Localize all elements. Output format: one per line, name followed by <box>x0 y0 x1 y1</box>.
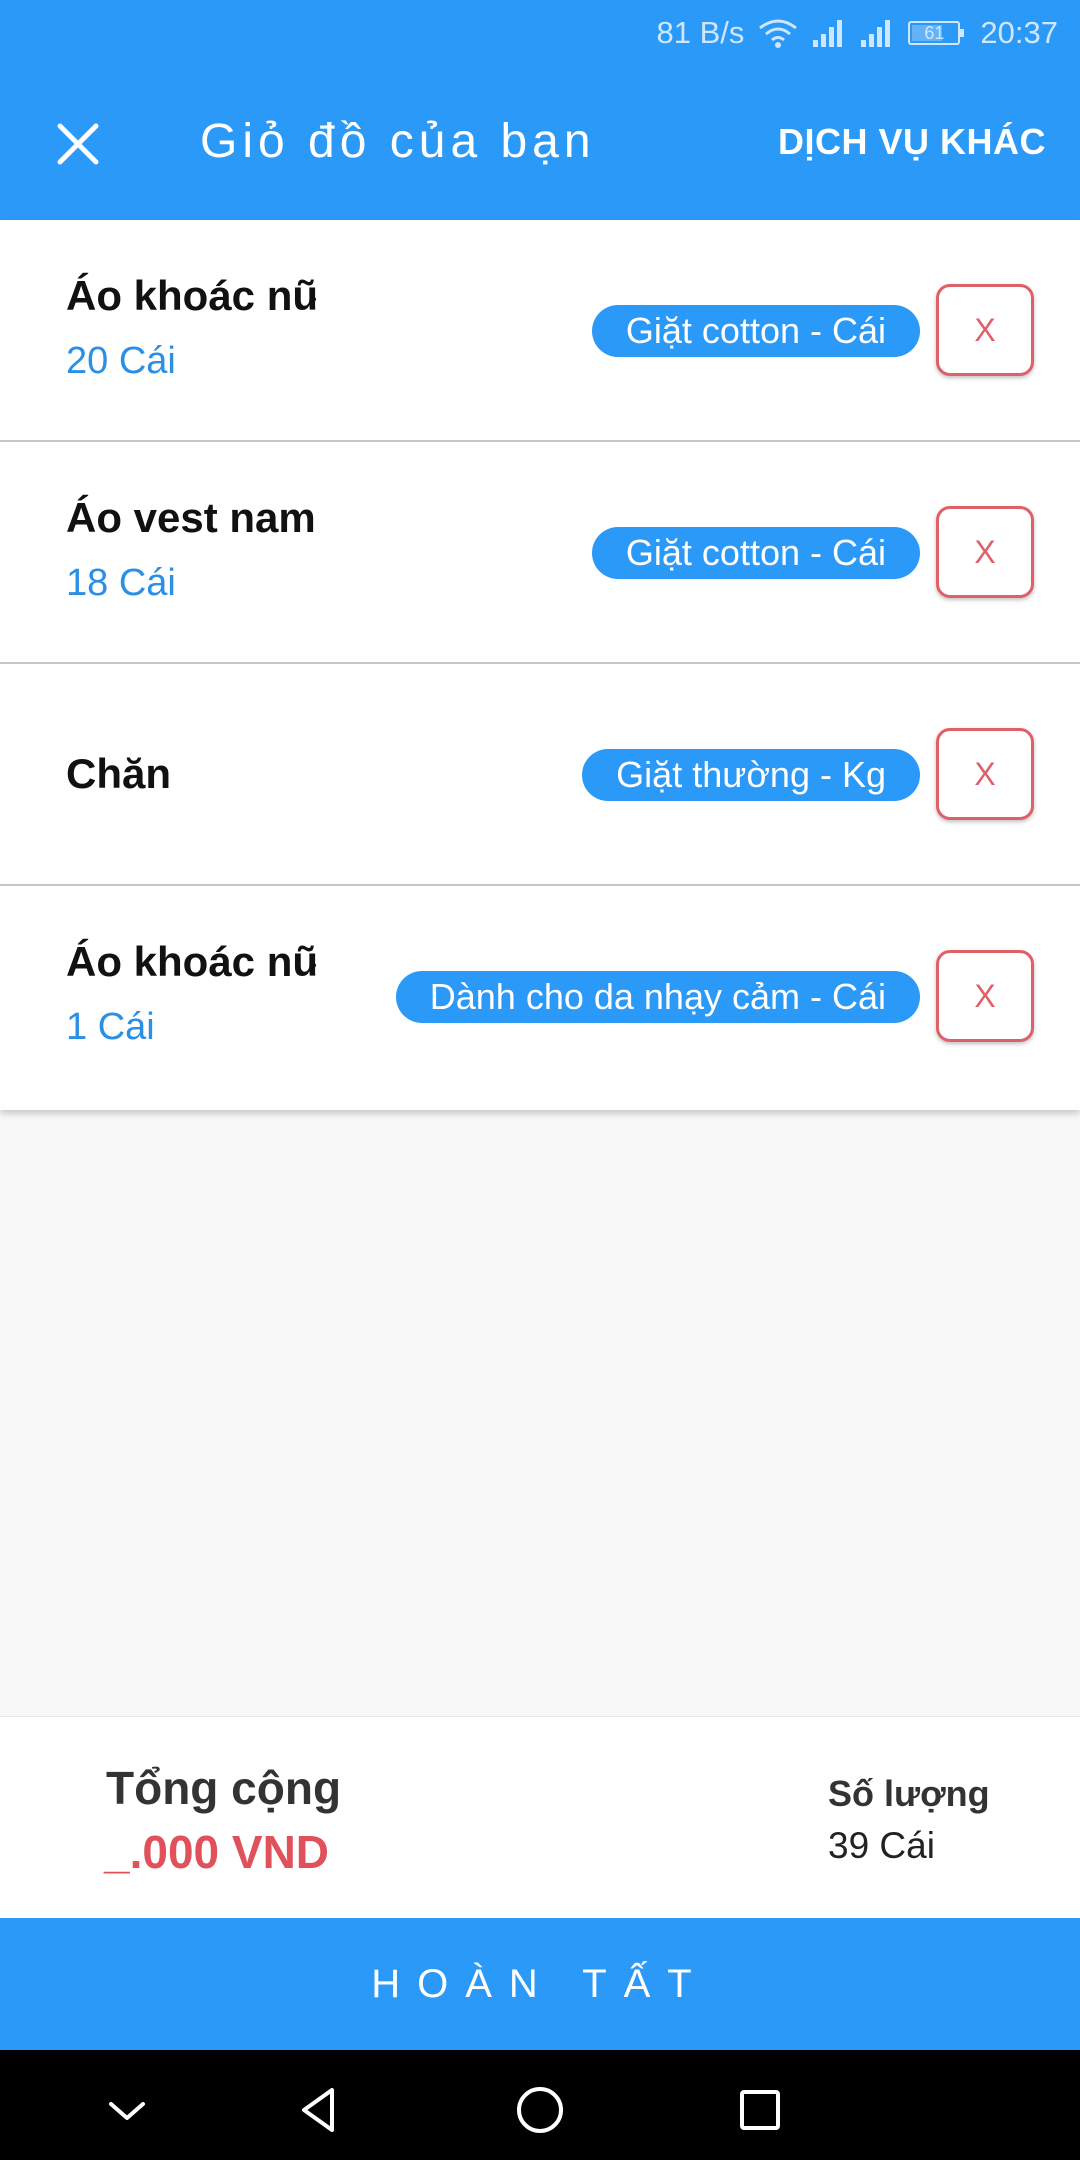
item-name: Chăn <box>66 750 171 797</box>
quantity-value: 39 Cái <box>828 1825 935 1866</box>
battery-level: 61 <box>924 23 945 43</box>
home-icon[interactable] <box>510 2080 570 2140</box>
app-bar: Giỏ đồ của bạn DỊCH VỤ KHÁC <box>0 66 1080 220</box>
back-icon[interactable] <box>290 2080 350 2140</box>
wifi-icon <box>758 18 798 48</box>
chevron-down-icon[interactable] <box>97 2080 157 2140</box>
page-title: Giỏ đồ của bạn <box>200 115 596 168</box>
signal-icon <box>812 18 846 48</box>
signal-icon-2 <box>860 18 894 48</box>
cart-item: Áo vest nam 18 Cái Giặt cotton - Cái X <box>0 442 1080 664</box>
system-nav-bar <box>0 2050 1080 2160</box>
status-bar: 81 B/s 61 20:37 <box>0 0 1080 66</box>
cart-item: Chăn Giặt thường - Kg X <box>0 664 1080 886</box>
item-quantity: 20 Cái <box>66 340 176 382</box>
cart-list: Áo khoác nữ 20 Cái Giặt cotton - Cái X Á… <box>0 220 1080 1110</box>
item-quantity: 1 Cái <box>66 1006 155 1048</box>
other-services-button[interactable]: DỊCH VỤ KHÁC <box>778 121 1046 163</box>
item-name: Áo khoác nữ <box>66 938 316 985</box>
total-label: Tổng cộng <box>106 1762 342 1814</box>
remove-item-button[interactable]: X <box>936 950 1034 1042</box>
battery-icon: 61 <box>908 21 965 45</box>
total-value: _.000 VND <box>104 1826 330 1878</box>
remove-item-button[interactable]: X <box>936 728 1034 820</box>
item-name: Áo vest nam <box>66 494 316 541</box>
cart-item: Áo khoác nữ 20 Cái Giặt cotton - Cái X <box>0 220 1080 442</box>
remove-item-button[interactable]: X <box>936 506 1034 598</box>
order-summary: Tổng cộng _.000 VND Số lượng 39 Cái <box>0 1716 1080 1919</box>
network-speed: 81 B/s <box>656 15 745 50</box>
item-quantity: 18 Cái <box>66 562 176 604</box>
service-tag[interactable]: Giặt thường - Kg <box>582 749 920 801</box>
clock: 20:37 <box>980 15 1058 50</box>
recents-icon[interactable] <box>730 2080 790 2140</box>
complete-button[interactable]: HOÀN TẤT <box>0 1918 1080 2050</box>
service-tag[interactable]: Giặt cotton - Cái <box>591 527 920 579</box>
close-icon[interactable] <box>48 114 108 174</box>
cart-item: Áo khoác nữ 1 Cái Dành cho da nhạy cảm -… <box>0 886 1080 1110</box>
remove-item-button[interactable]: X <box>936 284 1034 376</box>
service-tag[interactable]: Dành cho da nhạy cảm - Cái <box>395 971 920 1023</box>
quantity-label: Số lượng <box>828 1773 990 1814</box>
service-tag[interactable]: Giặt cotton - Cái <box>591 305 920 357</box>
item-name: Áo khoác nữ <box>66 272 316 319</box>
